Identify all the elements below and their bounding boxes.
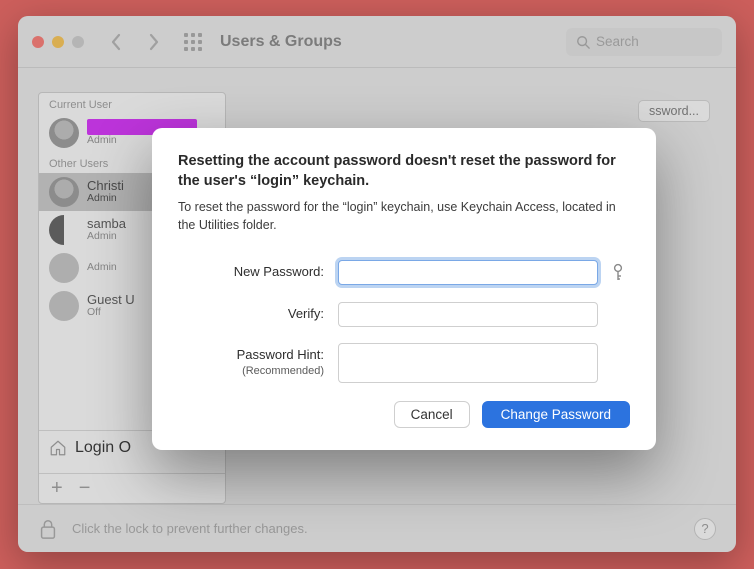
dialog-buttons: Cancel Change Password (178, 401, 630, 428)
dialog-title: Resetting the account password doesn't r… (178, 152, 630, 191)
password-assistant-icon[interactable] (610, 260, 626, 286)
hint-label: Password Hint: (Recommended) (178, 343, 338, 378)
users-groups-window: Users & Groups Search Current User Admin… (18, 16, 736, 552)
new-password-row: New Password: (178, 260, 630, 286)
verify-label: Verify: (178, 302, 338, 323)
new-password-label: New Password: (178, 260, 338, 281)
verify-password-input[interactable] (338, 302, 598, 327)
dialog-subtitle: To reset the password for the “login” ke… (178, 199, 630, 234)
reset-password-dialog: Resetting the account password doesn't r… (152, 128, 656, 450)
cancel-button[interactable]: Cancel (394, 401, 470, 428)
verify-row: Verify: (178, 302, 630, 327)
change-password-button[interactable]: Change Password (482, 401, 630, 428)
hint-row: Password Hint: (Recommended) (178, 343, 630, 383)
password-hint-input[interactable] (338, 343, 598, 383)
new-password-input[interactable] (338, 260, 598, 285)
